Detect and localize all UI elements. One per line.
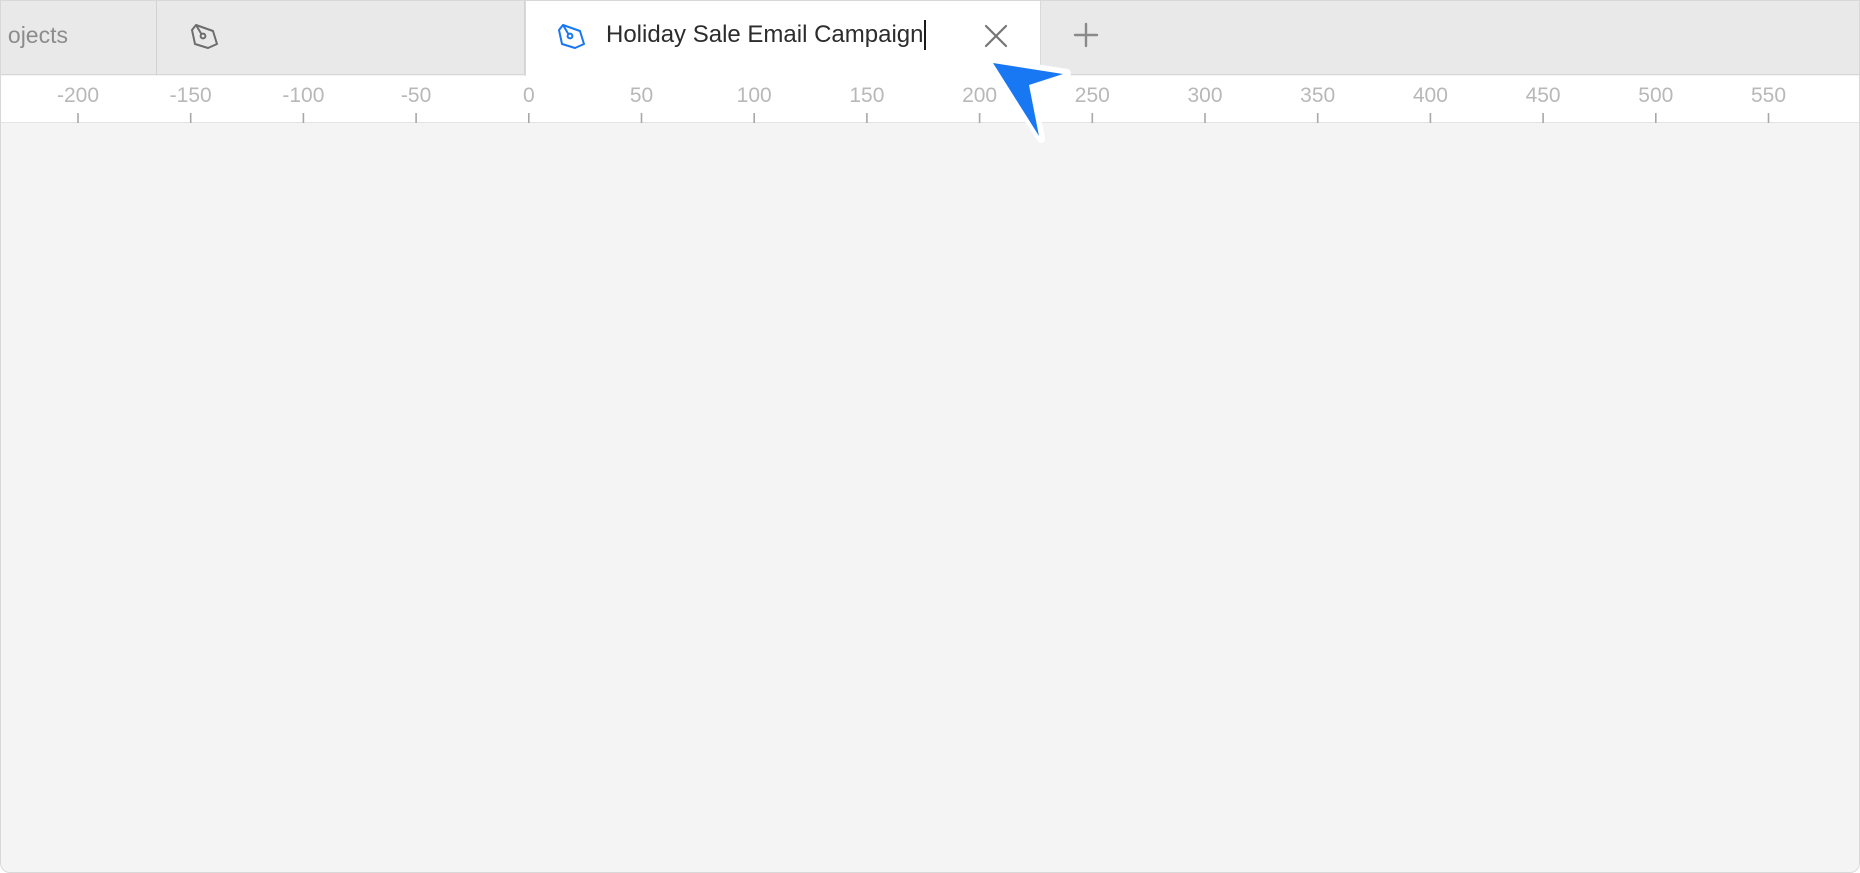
design-canvas[interactable] [1, 123, 1859, 872]
ruler-label: 0 [523, 84, 535, 107]
text-caret [924, 20, 927, 50]
ruler-label: -50 [401, 84, 431, 107]
tab-projects-label: ojects [7, 22, 68, 48]
ruler-label: 350 [1300, 84, 1335, 107]
tab-design-file[interactable] [157, 1, 525, 75]
ruler-label: 550 [1751, 84, 1786, 107]
ruler-label: 400 [1413, 84, 1448, 107]
close-icon[interactable] [980, 20, 1012, 52]
tab-title-text: Holiday Sale Email Campaign [606, 21, 924, 48]
plus-icon[interactable] [1069, 18, 1103, 52]
tab-bar: ojects Holiday Sale Email Campaign [1, 1, 1859, 76]
ruler-label: 100 [737, 84, 772, 107]
pen-tool-icon [191, 24, 218, 49]
pointer-cursor-icon [989, 59, 1071, 143]
tab-projects[interactable]: ojects [1, 1, 157, 75]
ruler-label: -200 [57, 84, 99, 107]
ruler-label: 150 [849, 84, 884, 107]
horizontal-ruler[interactable]: -200 -150 -100 -50 0 50 100 150 200 250 300 350 400 4… [1, 76, 1859, 123]
ruler-label: 450 [1526, 84, 1561, 107]
ruler-label: 50 [630, 84, 653, 107]
tab-holiday-sale-email-campaign[interactable]: Holiday Sale Email Campaign [525, 1, 1041, 76]
tab-title-input[interactable]: Holiday Sale Email Campaign [606, 19, 927, 51]
ruler-label: -150 [170, 84, 212, 107]
ruler-label: -100 [282, 84, 324, 107]
app-window: ojects Holiday Sale Email Campaign -200 … [0, 0, 1860, 873]
ruler-scale: -200 -150 -100 -50 0 50 100 150 200 250 300 350 400 4… [57, 84, 1786, 123]
ruler-label: 300 [1187, 84, 1222, 107]
ruler-label: 500 [1638, 84, 1673, 107]
pen-tool-icon [558, 24, 585, 49]
